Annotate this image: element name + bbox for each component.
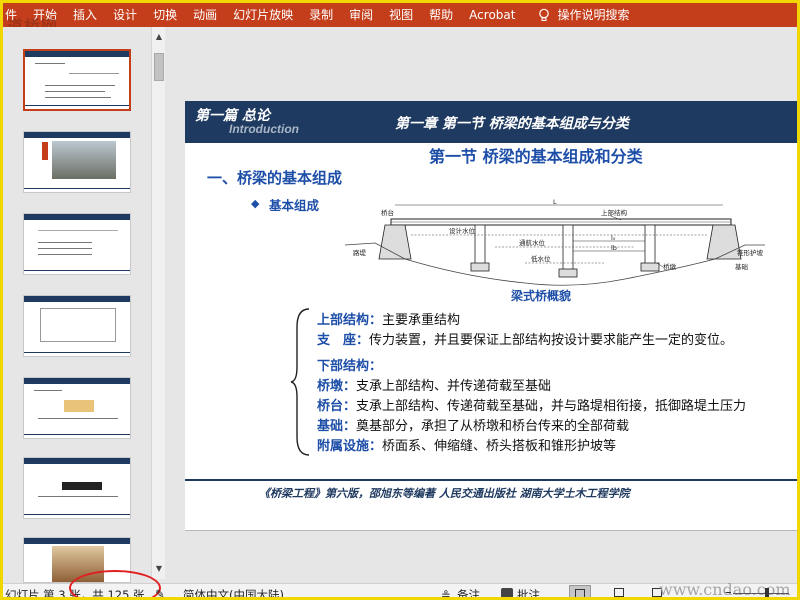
slide-sorter-view-button[interactable] (609, 585, 631, 597)
normal-view-button[interactable] (569, 585, 591, 597)
label-nav-water: 通航水位 (519, 238, 546, 247)
tab-file[interactable]: 件 (3, 3, 25, 27)
curly-brace (290, 308, 310, 456)
label-low-water: 低水位 (531, 254, 551, 263)
language-indicator[interactable]: 简体中文(中国大陆) (183, 587, 284, 597)
chapter-title: 第一章 第一节 桥梁的基本组成与分类 (395, 116, 629, 132)
powerpoint-window: 件 开始 插入 设计 切换 动画 幻灯片放映 录制 审阅 视图 帮助 Acrob… (0, 0, 800, 600)
tab-animations[interactable]: 动画 (185, 3, 225, 27)
zoom-slider[interactable] (733, 593, 789, 594)
diamond-bullet-icon: ◆ (251, 197, 260, 210)
label-foundation: 基础 (735, 262, 749, 271)
slide-thumbnails-pane (3, 27, 151, 583)
slide-thumbnail-6[interactable] (23, 295, 131, 357)
status-bar: 幻灯片 第 3 张，共 125 张 ✎ 简体中文(中国大陆) ≗ 备注 批注 w… (3, 570, 797, 597)
line-superstructure: 上部结构：主要承重结构 (317, 313, 461, 328)
zoom-out-icon[interactable]: – (725, 585, 732, 597)
tab-home[interactable]: 开始 (25, 3, 65, 27)
slide-footer: 《桥梁工程》第六版，邵旭东等编著 人民交通出版社 湖南大学土木工程学院 (259, 487, 630, 500)
tab-slideshow[interactable]: 幻灯片放映 (225, 3, 301, 27)
notes-button[interactable]: 备注 (457, 587, 480, 597)
thumbnails-scrollbar[interactable]: ▲ ▼ (151, 27, 165, 579)
line-pier: 桥墩：支承上部结构、并传递荷载至基础 (317, 379, 552, 394)
label-road-embankment: 路堤 (353, 248, 367, 257)
tab-insert[interactable]: 插入 (65, 3, 105, 27)
tab-design[interactable]: 设计 (105, 3, 145, 27)
label-span-l0: l₀ (611, 234, 616, 242)
tab-view[interactable]: 视图 (381, 3, 421, 27)
line-foundation: 基础：奠基部分，承担了从桥墩和桥台传来的全部荷载 (317, 419, 630, 434)
heading-basic-components: 基本组成 (269, 198, 320, 213)
slide-thumbnail-7[interactable] (23, 377, 131, 439)
slide-header-band: 第一篇 总论 Introduction 第一章 第一节 桥梁的基本组成与分类 (185, 101, 797, 143)
label-pier: 桥墩 (663, 262, 677, 271)
label-span-l: L (553, 198, 557, 206)
line-substructure: 下部结构： (317, 359, 383, 374)
slide-thumbnail-8[interactable] (23, 457, 131, 519)
spellcheck-icon[interactable]: ✎ (155, 587, 165, 597)
notes-icon[interactable]: ≗ (441, 588, 451, 597)
current-slide[interactable]: 第一篇 总论 Introduction 第一章 第一节 桥梁的基本组成与分类 第… (185, 101, 797, 531)
highlight-oval (69, 570, 161, 597)
diagram-caption: 梁式桥概貌 (511, 289, 572, 303)
label-design-water: 设计水位 (449, 226, 476, 235)
slide-thumbnail-3[interactable] (23, 49, 131, 111)
slide-thumbnail-4[interactable] (23, 131, 131, 193)
line-abutment: 桥台：支承上部结构、传递荷载至基础，并与路堤相衔接，抵御路堤土压力 (317, 399, 747, 414)
scrollbar-thumb[interactable] (154, 53, 164, 81)
comments-button[interactable]: 批注 (517, 587, 540, 597)
tab-acrobat[interactable]: Acrobat (461, 3, 523, 27)
line-ancillary: 附属设施：桥面系、伸缩缝、桥头搭板和锥形护坡等 (317, 439, 617, 454)
scroll-down-arrow-icon[interactable]: ▼ (152, 561, 166, 577)
label-superstructure: 上部结构 (601, 208, 628, 217)
lightbulb-icon[interactable] (537, 8, 551, 22)
label-span-lb: lb (611, 244, 617, 252)
slide-thumbnail-5[interactable] (23, 213, 131, 275)
girder-bridge-diagram: L 桥台 上部结构 设计水位 通航水位 低水位 l₀ lb 路堤 桥墩 锥形护坡… (345, 198, 765, 286)
scroll-up-arrow-icon[interactable]: ▲ (152, 29, 166, 45)
label-abutment: 桥台 (381, 208, 394, 217)
tell-me-search[interactable]: 操作说明搜索 (557, 3, 637, 27)
tab-review[interactable]: 审阅 (341, 3, 381, 27)
intro-label: Introduction (229, 122, 299, 136)
line-bearing: 支 座：传力装置，并且要保证上部结构按设计要求能产生一定的变位。 (317, 333, 734, 348)
tab-help[interactable]: 帮助 (421, 3, 461, 27)
slide-editing-area: 第一篇 总论 Introduction 第一章 第一节 桥梁的基本组成与分类 第… (169, 27, 797, 583)
ribbon-tabs: 件 开始 插入 设计 切换 动画 幻灯片放映 录制 审阅 视图 帮助 Acrob… (3, 3, 797, 27)
heading-bridge-components: 一、桥梁的基本组成 (207, 169, 343, 187)
footer-divider (185, 479, 797, 481)
tab-record[interactable]: 录制 (301, 3, 341, 27)
section-title: 第一节 桥梁的基本组成和分类 (429, 147, 643, 166)
tab-transitions[interactable]: 切换 (145, 3, 185, 27)
comments-icon[interactable] (501, 588, 513, 597)
zoom-slider-thumb[interactable] (765, 588, 769, 597)
label-cone-slope: 锥形护坡 (737, 248, 764, 257)
